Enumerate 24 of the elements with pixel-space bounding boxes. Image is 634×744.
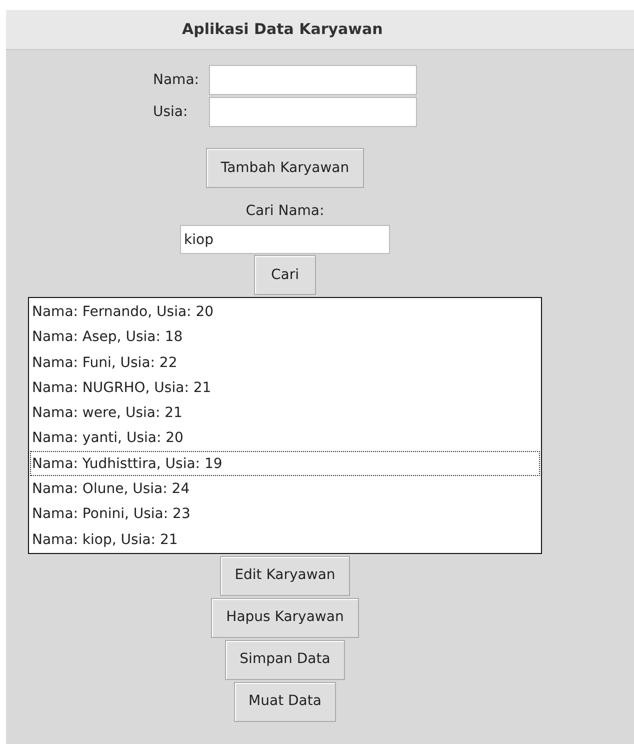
list-item[interactable]: Nama: NUGRHO, Usia: 21	[30, 374, 540, 400]
add-button[interactable]: Tambah Karyawan	[206, 148, 364, 188]
list-item[interactable]: Nama: Olune, Usia: 24	[30, 476, 540, 502]
field-label: Nama:	[153, 70, 200, 90]
action-button[interactable]: Hapus Karyawan	[211, 598, 359, 638]
list-item[interactable]: Nama: Asep, Usia: 18	[30, 324, 540, 350]
search-field[interactable]: kiop	[180, 225, 390, 254]
search-label: Cari Nama:	[246, 202, 324, 221]
action-button[interactable]: Simpan Data	[224, 640, 346, 680]
list-item[interactable]: Nama: Fernando, Usia: 20	[30, 299, 540, 324]
list-item[interactable]: Nama: were, Usia: 21	[30, 400, 540, 426]
list-item[interactable]: Nama: Funi, Usia: 22	[30, 350, 540, 375]
input-field[interactable]	[209, 65, 417, 95]
action-button[interactable]: Muat Data	[234, 682, 336, 722]
input-field[interactable]	[209, 97, 417, 127]
employee-list[interactable]	[28, 297, 542, 554]
field-label: Usia:	[153, 102, 189, 122]
list-item[interactable]: Nama: Ponini, Usia: 23	[30, 501, 540, 527]
list-item[interactable]: Nama: yanti, Usia: 20	[30, 425, 540, 451]
list-item[interactable]: Nama: Yudhisttira, Usia: 19	[30, 450, 540, 476]
action-button[interactable]: Edit Karyawan	[220, 556, 350, 596]
window-title: Aplikasi Data Karyawan	[182, 19, 383, 40]
search-button[interactable]: Cari	[254, 255, 316, 295]
list-item[interactable]: Nama: kiop, Usia: 21	[30, 526, 540, 552]
